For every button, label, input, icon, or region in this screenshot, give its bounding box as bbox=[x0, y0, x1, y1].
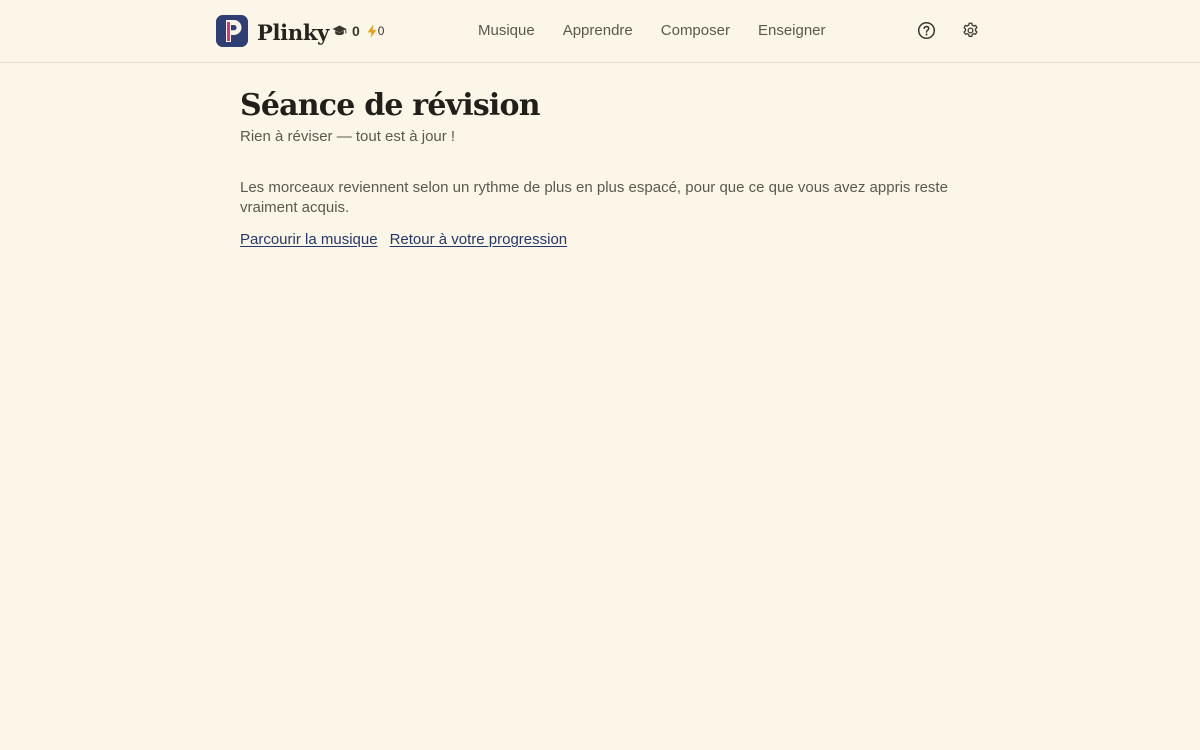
gear-icon bbox=[962, 22, 978, 37]
action-links: Parcourir la musique Retour à votre prog… bbox=[240, 230, 960, 250]
page-title: Séance de révision bbox=[240, 88, 541, 123]
nav-item-musique[interactable]: Musique bbox=[478, 22, 535, 39]
nav-item-composer[interactable]: Composer bbox=[661, 22, 730, 39]
help-circle-icon bbox=[917, 21, 935, 39]
spaced-repetition-explanation: Les morceaux reviennent selon un rythme … bbox=[240, 179, 948, 216]
level-value: 0 bbox=[352, 23, 360, 39]
settings-button[interactable] bbox=[960, 20, 980, 40]
nav-item-enseigner[interactable]: Enseigner bbox=[758, 22, 826, 39]
browse-music-link[interactable]: Parcourir la musique bbox=[240, 230, 378, 250]
review-session: Séance de révision Rien à réviser — tout… bbox=[240, 86, 960, 250]
back-to-progress-link[interactable]: Retour à votre progression bbox=[390, 230, 568, 250]
graduation-cap-icon bbox=[332, 25, 347, 37]
help-button[interactable] bbox=[916, 20, 936, 40]
brand-name: Plinky bbox=[257, 19, 329, 45]
status-message: Rien à réviser — tout est à jour ! bbox=[240, 128, 456, 145]
plinky-logo-icon bbox=[216, 15, 248, 47]
streak-stat: 0 bbox=[367, 24, 385, 38]
top-bar: Plinky 0 0 Musique Apprendre Composer En… bbox=[0, 0, 1200, 63]
streak-value: 0 bbox=[377, 24, 385, 38]
user-stats: 0 0 bbox=[332, 22, 384, 40]
main-nav: Musique Apprendre Composer Enseigner bbox=[478, 20, 854, 40]
lightning-bolt-icon bbox=[367, 24, 377, 38]
level-stat: 0 bbox=[332, 23, 360, 39]
brand-home-link[interactable]: Plinky bbox=[216, 15, 329, 47]
nav-item-apprendre[interactable]: Apprendre bbox=[563, 22, 633, 39]
